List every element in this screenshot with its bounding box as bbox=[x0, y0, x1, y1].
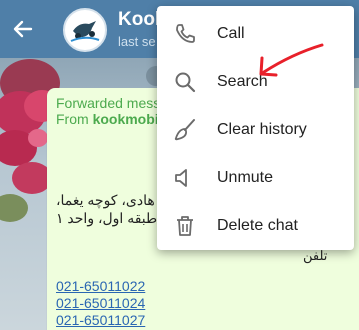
address-line-2: طبقه اول، واحد ۱ bbox=[56, 210, 158, 226]
phone-link[interactable]: 021-65011024 bbox=[56, 295, 145, 311]
back-arrow-icon bbox=[13, 20, 33, 38]
kookmobile-logo-icon bbox=[66, 11, 104, 49]
phone-link[interactable]: 021-65011022 bbox=[56, 278, 145, 294]
menu-item-label: Unmute bbox=[217, 169, 274, 186]
speaker-icon bbox=[175, 169, 187, 187]
forwarded-label: Forwarded mess bbox=[56, 95, 161, 111]
forwarded-from[interactable]: From kookmobil bbox=[56, 111, 163, 127]
tel-label: تلفن bbox=[303, 248, 328, 263]
broom-icon bbox=[174, 119, 195, 141]
phone-icon bbox=[176, 24, 195, 43]
menu-item-clear-history[interactable]: Clear history bbox=[157, 106, 354, 154]
menu-item-unmute[interactable]: Unmute bbox=[157, 154, 354, 202]
trash-icon bbox=[177, 216, 193, 236]
menu-item-delete-chat[interactable]: Delete chat bbox=[157, 202, 354, 250]
address-line-1: هادی، کوچه یغما، bbox=[56, 192, 155, 208]
phone-link[interactable]: 021-65011027 bbox=[56, 312, 145, 328]
annotation-arrow-icon bbox=[259, 43, 324, 77]
back-button[interactable] bbox=[8, 14, 38, 44]
forwarded-from-prefix: From bbox=[56, 111, 89, 127]
menu-item-label: Delete chat bbox=[217, 217, 298, 234]
menu-item-label: Call bbox=[217, 25, 245, 42]
menu-item-label: Clear history bbox=[217, 121, 307, 138]
forwarded-from-name[interactable]: kookmobil bbox=[93, 111, 163, 127]
chat-status: last se bbox=[118, 34, 156, 49]
search-icon bbox=[175, 72, 196, 93]
avatar[interactable] bbox=[63, 8, 107, 52]
